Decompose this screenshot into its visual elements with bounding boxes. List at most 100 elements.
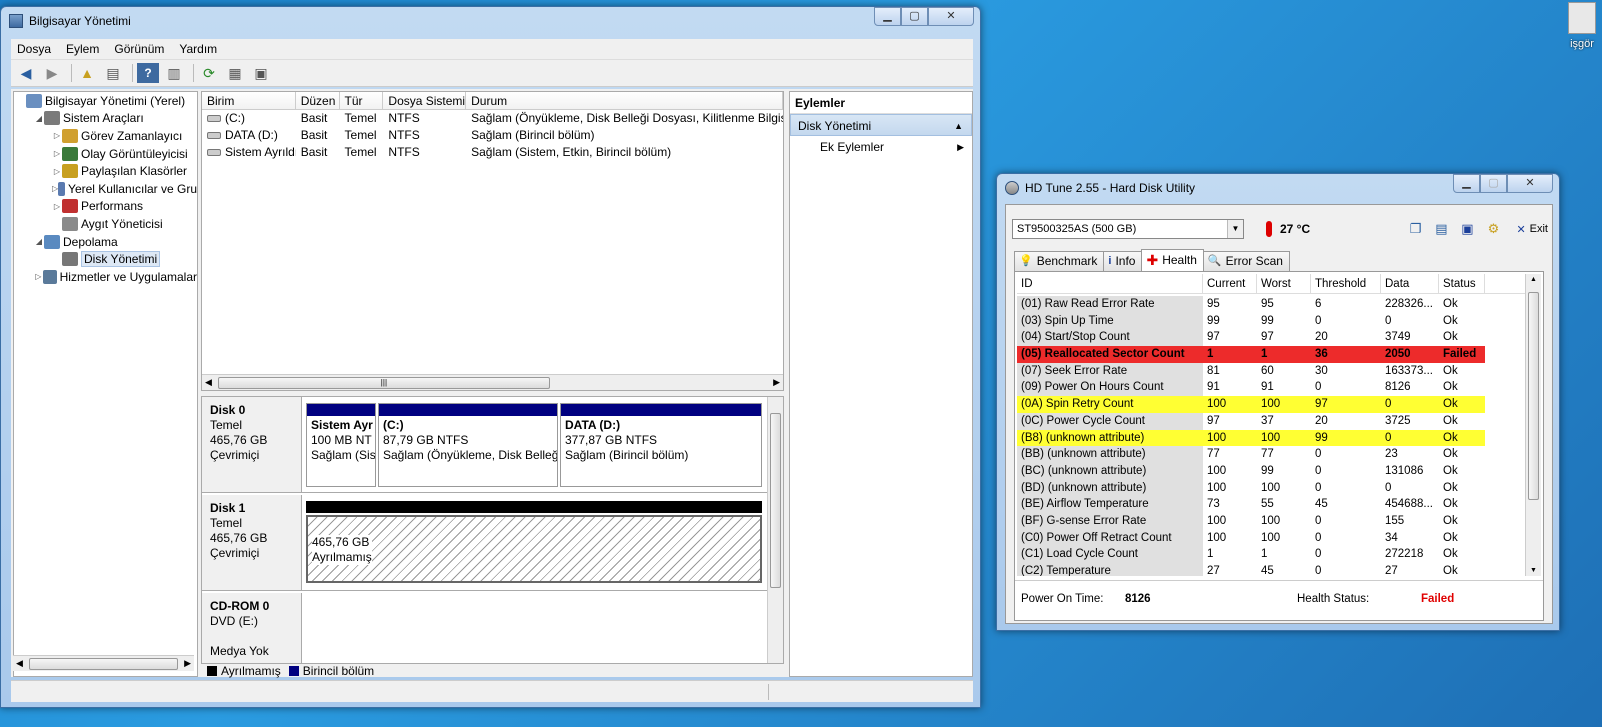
smart-row[interactable]: (C0) Power Off Retract Count 100 100 0 34 Ok	[1017, 529, 1525, 547]
partition-c[interactable]: (C:) 87,79 GB NTFS Sağlam (Önyükleme, Di…	[378, 403, 558, 487]
tree-horizontal-scrollbar[interactable]: ◀ ▶	[13, 655, 194, 671]
smart-row[interactable]: (BD) (unknown attribute) 100 100 0 0 Ok	[1017, 479, 1525, 497]
copy-icon[interactable]: ❐	[1406, 220, 1424, 238]
scroll-right-arrow[interactable]: ▶	[773, 377, 780, 388]
tree-item[interactable]: Disk Yönetimi	[14, 250, 197, 268]
drive-select[interactable]: ST9500325AS (500 GB) ▼	[1012, 219, 1244, 239]
smart-row[interactable]: (BE) Airflow Temperature 73 55 45 454688... O…	[1017, 496, 1525, 513]
smart-table-scrollbar[interactable]: ▲ ▼	[1525, 274, 1541, 576]
column-status[interactable]: Status	[1439, 274, 1485, 293]
tree-item[interactable]: Aygıt Yöneticisi	[14, 215, 197, 233]
maximize-button[interactable]: ▢	[1480, 174, 1507, 193]
close-button[interactable]: ✕	[1507, 174, 1553, 193]
properties-icon[interactable]: ▦	[224, 63, 246, 83]
column-current[interactable]: Current	[1203, 274, 1257, 293]
tree-item[interactable]: ▷ Görev Zamanlayıcı	[14, 127, 197, 145]
actions-section-disk-management[interactable]: Disk Yönetimi ▲	[790, 114, 972, 136]
options-icon[interactable]: ⚙	[1484, 220, 1502, 238]
scroll-thumb[interactable]	[770, 413, 781, 588]
help-icon[interactable]: ?	[137, 63, 159, 83]
volume-row[interactable]: (C:) Basit Temel NTFS Sağlam (Önyükleme, Dis…	[202, 110, 783, 127]
forward-arrow-icon[interactable]: ▶	[41, 63, 63, 83]
scroll-up-arrow[interactable]: ▲	[1526, 276, 1541, 283]
disk-1-row[interactable]: Disk 1 Temel 465,76 GB Çevrimiçi 465,76 …	[202, 495, 768, 591]
smart-row[interactable]: (03) Spin Up Time 99 99 0 0 Ok	[1017, 312, 1525, 330]
tree-item[interactable]: ◢ Depolama	[14, 233, 197, 251]
cdrom-row[interactable]: CD-ROM 0 DVD (E:) Medya Yok	[202, 593, 768, 663]
column-durum[interactable]: Durum	[466, 92, 783, 109]
smart-row[interactable]: (BB) (unknown attribute) 77 77 0 23 Ok	[1017, 446, 1525, 463]
paste-icon[interactable]: ▤	[1432, 220, 1450, 238]
title-bar[interactable]: HD Tune 2.55 - Hard Disk Utility ▁ ▢ ✕	[997, 174, 1559, 202]
scroll-right-arrow[interactable]: ▶	[184, 658, 191, 669]
desktop-shortcut[interactable]: işgör	[1562, 0, 1602, 60]
smart-row[interactable]: (0C) Power Cycle Count 97 37 20 3725 Ok	[1017, 412, 1525, 430]
smart-row[interactable]: (C2) Temperature 27 45 0 27 Ok	[1017, 563, 1525, 576]
smart-row[interactable]: (C1) Load Cycle Count 1 1 0 272218 Ok	[1017, 546, 1525, 563]
tab-error-scan[interactable]: 🔍 Error Scan	[1202, 251, 1290, 271]
disk-0-label[interactable]: Disk 0 Temel 465,76 GB Çevrimiçi	[202, 397, 302, 492]
smart-row[interactable]: (B8) (unknown attribute) 100 100 99 0 Ok	[1017, 429, 1525, 447]
smart-row[interactable]: (05) Reallocated Sector Count 1 1 36 2050 Fai…	[1017, 346, 1525, 363]
smart-row[interactable]: (07) Seek Error Rate 81 60 30 163373... Ok	[1017, 362, 1525, 380]
disk-1-label[interactable]: Disk 1 Temel 465,76 GB Çevrimiçi	[202, 495, 302, 590]
tree-item[interactable]: ▷ Paylaşılan Klasörler	[14, 162, 197, 180]
tree-item[interactable]: ▷ Olay Görüntüleyicisi	[14, 145, 197, 163]
tab-info[interactable]: i Info	[1103, 251, 1143, 271]
expand-arrow-icon[interactable]: ▷	[52, 167, 62, 176]
up-folder-icon[interactable]: ▲	[76, 63, 98, 83]
expand-arrow-icon[interactable]: ◢	[34, 114, 44, 123]
minimize-button[interactable]: ▁	[1453, 174, 1480, 193]
column-tur[interactable]: Tür	[340, 92, 384, 109]
tree-item[interactable]: ▷ Performans	[14, 198, 197, 216]
column-threshold[interactable]: Threshold	[1311, 274, 1381, 293]
volume-row[interactable]: DATA (D:) Basit Temel NTFS Sağlam (Birincil …	[202, 127, 783, 144]
tree-item[interactable]: ▷ Hizmetler ve Uygulamalar	[14, 268, 197, 286]
disk-view-scrollbar[interactable]	[767, 397, 783, 663]
column-birim[interactable]: Birim	[202, 92, 296, 109]
menu-yardim[interactable]: Yardım	[179, 42, 217, 56]
action-more-actions[interactable]: Ek Eylemler ▶	[790, 136, 972, 158]
smart-row[interactable]: (BF) G-sense Error Rate 100 100 0 155 Ok	[1017, 512, 1525, 530]
tab-benchmark[interactable]: 💡 Benchmark	[1014, 251, 1105, 271]
expand-arrow-icon[interactable]: ◢	[34, 237, 44, 246]
scroll-thumb[interactable]	[28, 657, 179, 670]
smart-row[interactable]: (09) Power On Hours Count 91 91 0 8126 Ok	[1017, 379, 1525, 397]
column-data[interactable]: Data	[1381, 274, 1439, 293]
refresh-icon[interactable]: ⟳	[198, 63, 220, 83]
back-arrow-icon[interactable]: ◀	[15, 63, 37, 83]
expand-arrow-icon[interactable]: ▷	[52, 202, 62, 211]
tree-item[interactable]: ▷ Yerel Kullanıcılar ve Gru	[14, 180, 197, 198]
menu-gorunum[interactable]: Görünüm	[114, 42, 164, 56]
collapse-arrow-icon[interactable]: ▲	[954, 115, 963, 137]
smart-row[interactable]: (BC) (unknown attribute) 100 99 0 131086 Ok	[1017, 462, 1525, 480]
scroll-thumb[interactable]	[1528, 292, 1539, 500]
tree-item[interactable]: ◢ Sistem Araçları	[14, 110, 197, 128]
column-id[interactable]: ID	[1017, 274, 1203, 293]
tree-item[interactable]: Bilgisayar Yönetimi (Yerel)	[14, 92, 197, 110]
scroll-left-arrow[interactable]: ◀	[16, 658, 23, 669]
minimize-button[interactable]: ▁	[874, 7, 901, 26]
menu-eylem[interactable]: Eylem	[66, 42, 99, 56]
smart-row[interactable]: (04) Start/Stop Count 97 97 20 3749 Ok	[1017, 329, 1525, 347]
scroll-down-arrow[interactable]: ▼	[1526, 567, 1541, 574]
chevron-down-icon[interactable]: ▼	[1227, 220, 1243, 238]
show-hide-tree-icon[interactable]: ▤	[102, 63, 124, 83]
partition-system-reserved[interactable]: Sistem Ayr 100 MB NT Sağlam (Sis	[306, 403, 376, 487]
column-worst[interactable]: Worst	[1257, 274, 1311, 293]
column-dosya-sistemi[interactable]: Dosya Sistemi	[383, 92, 467, 109]
expand-arrow-icon[interactable]: ▷	[52, 131, 62, 140]
scroll-left-arrow[interactable]: ◀	[205, 377, 212, 388]
menu-dosya[interactable]: Dosya	[17, 42, 51, 56]
cdrom-label[interactable]: CD-ROM 0 DVD (E:) Medya Yok	[202, 593, 302, 663]
expand-arrow-icon[interactable]: ▷	[34, 272, 43, 281]
close-button[interactable]: ✕	[928, 7, 974, 26]
exit-button[interactable]: ✕ Exit	[1516, 223, 1548, 236]
volume-row[interactable]: Sistem Ayrıldı Basit Temel NTFS Sağlam (Sist…	[202, 144, 783, 161]
scroll-thumb[interactable]: |||	[217, 376, 550, 389]
column-duzen[interactable]: Düzen	[296, 92, 340, 109]
tab-health[interactable]: ✚ Health	[1141, 249, 1204, 271]
partition-unallocated[interactable]: 465,76 GB Ayrılmamış	[306, 515, 762, 583]
show-hide-action-pane-icon[interactable]: ▥	[163, 63, 185, 83]
save-icon[interactable]: ▣	[1458, 220, 1476, 238]
